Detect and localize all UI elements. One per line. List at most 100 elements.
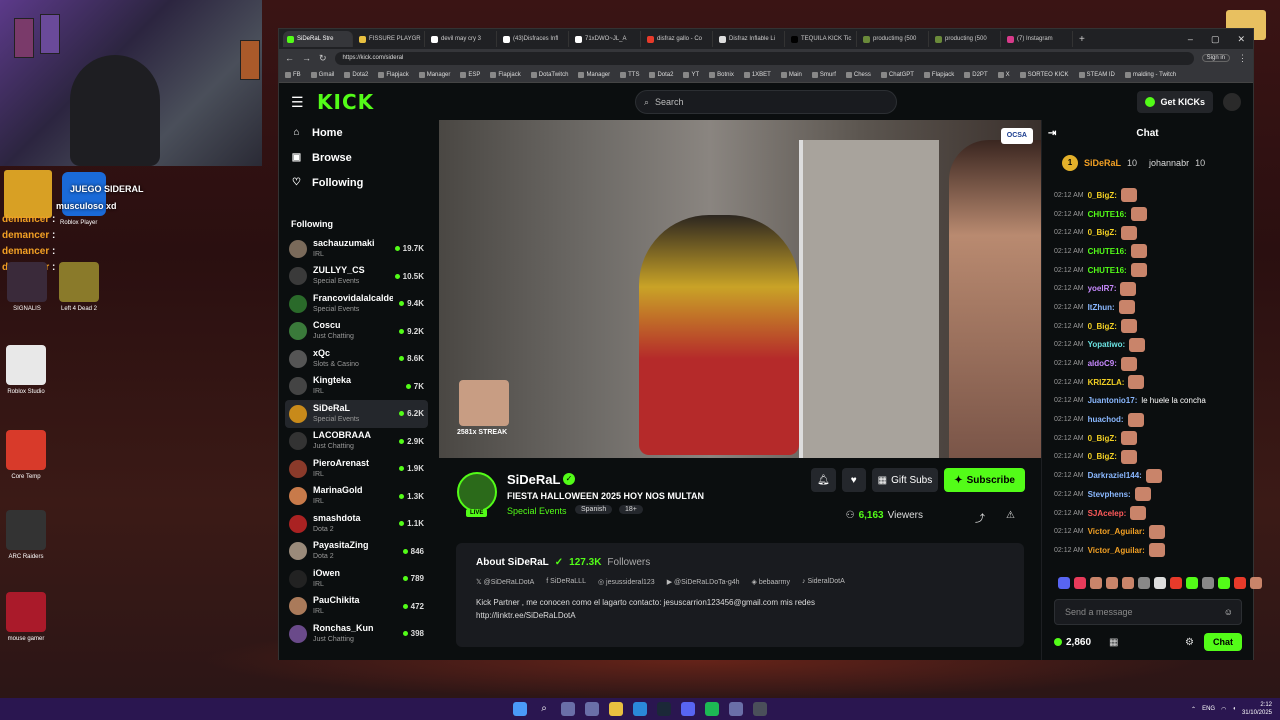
emote-icon[interactable] [1250, 577, 1262, 589]
emote-icon[interactable] [1186, 577, 1198, 589]
bookmark-item[interactable]: ChatGPT [880, 71, 914, 78]
collapse-chat-icon[interactable]: ⇥ [1048, 128, 1056, 139]
browser-tab[interactable]: FISSURE PLAYGR [355, 31, 425, 47]
sidebar-channel[interactable]: LACOBRAAA Just Chatting 2.9K [285, 428, 428, 456]
nav-following[interactable]: ♡ Following [285, 170, 428, 195]
emote-icon[interactable] [1138, 577, 1150, 589]
bookmark-item[interactable]: STEAM ID [1078, 71, 1115, 78]
sidebar-channel[interactable]: PayasitaZing Dota 2 846 [285, 538, 428, 566]
kicks-balance[interactable]: 2,860 [1054, 637, 1091, 648]
spotify-icon[interactable] [705, 702, 719, 716]
sidebar-channel[interactable]: Coscu Just Chatting 9.2K [285, 318, 428, 346]
emote-icon[interactable] [1090, 577, 1102, 589]
bookmark-item[interactable]: YT [683, 71, 699, 78]
streamer-avatar[interactable] [457, 472, 497, 512]
message-user[interactable]: 0_BigZ: [1088, 434, 1117, 443]
sidebar-channel[interactable]: iOwen IRL 789 [285, 565, 428, 593]
emote-icon[interactable] [1122, 577, 1134, 589]
streamer-name[interactable]: SiDeRaL [507, 472, 560, 487]
get-kicks-button[interactable]: Get KICKs [1137, 91, 1213, 113]
message-user[interactable]: CHUTE16: [1088, 266, 1127, 275]
social-discord-link[interactable]: ◈ bebaarmy [752, 578, 790, 586]
message-user[interactable]: CHUTE16: [1088, 247, 1127, 256]
emote-icon[interactable] [1058, 577, 1070, 589]
message-user[interactable]: ItZhun: [1088, 303, 1115, 312]
volume-icon[interactable]: ◖ [1232, 706, 1236, 712]
search-icon[interactable]: ⌕ [537, 702, 551, 716]
bookmark-item[interactable]: Flapjack [490, 71, 521, 78]
message-user[interactable]: Victor_Aguilar: [1088, 546, 1145, 555]
file-explorer-icon[interactable] [609, 702, 623, 716]
desktop-icon-mouse-gamer[interactable]: mouse gamer [0, 592, 61, 642]
desktop-icon-core-temp[interactable]: Core Temp [0, 430, 61, 480]
reload-icon[interactable]: ↻ [319, 53, 327, 64]
notification-button[interactable]: 🔔︎ [810, 468, 836, 492]
sidebar-channel[interactable]: Francovidalalcalde Special Events 9.4K [285, 290, 428, 318]
gift-subs-button[interactable]: ▦ Gift Subs [871, 468, 939, 492]
browser-tab[interactable]: disfraz gallo - Co [643, 31, 713, 47]
emote-icon[interactable] [1106, 577, 1118, 589]
sidebar-channel[interactable]: MarinaGold IRL 1.3K [285, 483, 428, 511]
bookmark-item[interactable]: malding - Twitch [1124, 71, 1176, 78]
wifi-icon[interactable]: ◠ [1221, 706, 1226, 713]
emote-icon[interactable] [1202, 577, 1214, 589]
message-user[interactable]: huachod: [1088, 415, 1124, 424]
bookmark-item[interactable]: SORTEO KICK [1019, 71, 1069, 78]
browser-tab[interactable]: productimg (500 [859, 31, 929, 47]
sidebar-channel[interactable]: ZULLYY_CS Special Events 10.5K [285, 263, 428, 291]
clock[interactable]: 2:12 31/10/2025 [1242, 701, 1272, 717]
tag-language[interactable]: Spanish [575, 505, 613, 514]
nav-browse[interactable]: ▣ Browse [285, 145, 428, 170]
video-player[interactable]: 2581x STREAK OCSA [439, 120, 1041, 458]
gift-icon[interactable]: ▦ [1109, 637, 1118, 648]
close-icon[interactable]: ✕ [1237, 34, 1245, 45]
bookmark-item[interactable]: ESP [460, 71, 480, 78]
maximize-icon[interactable]: ▢ [1211, 34, 1220, 45]
taskbar-app-icon[interactable] [585, 702, 599, 716]
bookmark-item[interactable]: Gmail [310, 71, 334, 78]
language-indicator[interactable]: ENG [1202, 706, 1215, 712]
tag-age[interactable]: 18+ [619, 505, 643, 514]
search-input[interactable]: ⌕ Search [635, 90, 897, 114]
desktop-icon-left4dead[interactable]: Left 4 Dead 2 [44, 262, 114, 312]
message-user[interactable]: CHUTE16: [1088, 210, 1127, 219]
emote-icon[interactable] [1170, 577, 1182, 589]
emote-icon[interactable] [1234, 577, 1246, 589]
bookmark-item[interactable]: DotaTwitch [530, 71, 568, 78]
desktop-icon-roblox-studio[interactable]: Roblox Studio [0, 345, 61, 395]
emote-icon[interactable] [1074, 577, 1086, 589]
message-user[interactable]: KRIZZLA: [1088, 378, 1125, 387]
bookmark-item[interactable]: Manager [418, 71, 450, 78]
minimize-icon[interactable]: – [1188, 34, 1193, 45]
emote-icon[interactable] [1218, 577, 1230, 589]
chevron-up-icon[interactable]: ⌃ [1191, 706, 1196, 713]
taskbar-app-icon[interactable] [561, 702, 575, 716]
share-icon[interactable]: ⤴ [975, 510, 985, 525]
message-user[interactable]: 0_BigZ: [1088, 191, 1117, 200]
discord-icon[interactable] [681, 702, 695, 716]
taskbar-app-icon[interactable] [729, 702, 743, 716]
social-tiktok-link[interactable]: ♪ SideralDotA [802, 578, 845, 586]
message-user[interactable]: Victor_Aguilar: [1088, 527, 1145, 536]
message-user[interactable]: yoelR7: [1088, 284, 1117, 293]
sidebar-channel[interactable]: smashdota Dota 2 1.1K [285, 510, 428, 538]
bio-link[interactable]: http://linktr.ee/SiDeRaLDotA [476, 609, 1004, 622]
browser-tab[interactable]: (43)Disfraces Infl [499, 31, 569, 47]
bookmark-item[interactable]: D2PT [964, 71, 988, 78]
social-facebook-link[interactable]: f SiDeRaLLL [546, 578, 586, 586]
message-user[interactable]: 0_BigZ: [1088, 322, 1117, 331]
message-user[interactable]: Juantonio17: [1088, 396, 1138, 405]
bookmark-item[interactable]: Smurf [811, 71, 836, 78]
back-icon[interactable]: ← [285, 53, 294, 63]
sidebar-channel[interactable]: sachauzumaki IRL 19.7K [285, 235, 428, 263]
chat-input[interactable]: Send a message ☺ [1054, 599, 1242, 625]
browser-tab[interactable]: TEQUILA KICK Tic [787, 31, 857, 47]
menu-dots-icon[interactable]: ⋮ [1238, 53, 1247, 64]
report-icon[interactable]: ⚠ [1006, 510, 1015, 521]
stream-category[interactable]: Special Events [507, 506, 567, 516]
social-youtube-link[interactable]: ▶ @SiDeRaLDoTa-g4h [667, 578, 740, 586]
browser-tab[interactable]: producting (500 [931, 31, 1001, 47]
sidebar-channel[interactable]: PieroArenast IRL 1.9K [285, 455, 428, 483]
message-user[interactable]: aldoC9: [1088, 359, 1117, 368]
message-user[interactable]: Yopatiwo: [1088, 340, 1126, 349]
